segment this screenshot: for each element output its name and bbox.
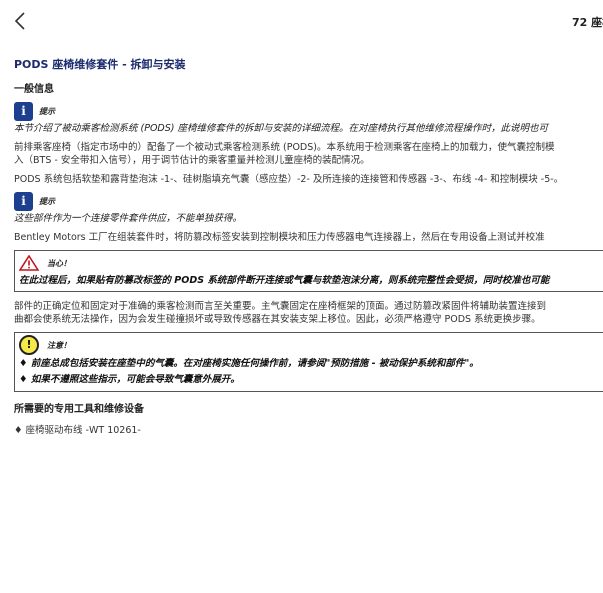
- caution-box: ! 注意！ ♦ 前座总成包括安装在座垫中的气囊。在对座椅实施任何操作前，请参阅"…: [14, 332, 603, 392]
- note-label: 提示: [39, 196, 55, 206]
- paragraph-line: 前排乘客座椅（指定市场中的）配备了一个被动式乘客检测系统 (PODS)。本系统用…: [14, 142, 555, 153]
- caution-bullet: ♦ 前座总成包括安装在座垫中的气囊。在对座椅实施任何操作前，请参阅"预防措施 -…: [19, 358, 479, 369]
- info-icon: i: [14, 101, 33, 121]
- exclamation-icon: !: [19, 335, 39, 355]
- tools-heading: 所需要的专用工具和维修设备: [14, 404, 144, 415]
- back-chevron-svg: [14, 12, 25, 30]
- page-number: 72 座椅: [572, 16, 603, 29]
- paragraph-pods-components: PODS 系统包括软垫和露背垫泡沫 -1-、硅树脂填充气囊（感应垫）-2- 及所…: [14, 174, 564, 185]
- caution-label: 注意！: [47, 340, 71, 350]
- warning-triangle-icon: [19, 255, 39, 271]
- paragraph-line: 曲都会使系统无法操作，因为会发生碰撞损坏或导致传感器在其安装支架上移位。因此，必…: [14, 314, 541, 325]
- document-content: PODS 座椅维修套件 - 拆卸与安装 一般信息 i 提示 本节介绍了被动乘客检…: [14, 56, 603, 436]
- note-text: 本节介绍了被动乘客检测系统 (PODS) 座椅维修套件的拆卸与安装的详细流程。在…: [14, 123, 549, 134]
- warning-text: 在此过程后，如果贴有防篡改标签的 PODS 系统部件断开连接或气囊与软垫泡沫分离…: [19, 275, 550, 286]
- paragraph-line: 入（BTS - 安全带扣入信号），用于调节估计的乘客重量并检测儿童座椅的装配情况…: [14, 155, 370, 166]
- note-header: i 提示: [14, 191, 603, 211]
- document-title: PODS 座椅维修套件 - 拆卸与安装: [14, 58, 186, 71]
- caution-bullet: ♦ 如果不遵照这些指示，可能会导致气囊意外展开。: [19, 374, 240, 385]
- top-bar: 72 座椅: [0, 0, 603, 44]
- caution-header: ! 注意！: [19, 335, 603, 355]
- tools-list-item: ♦ 座椅驱动布线 -WT 10261-: [14, 425, 141, 436]
- chevron-left-icon[interactable]: [10, 10, 32, 32]
- note-text: 这些部件作为一个连接零件套件供应，不能单独获得。: [14, 213, 243, 224]
- info-icon: i: [14, 191, 33, 211]
- paragraph-bentley: Bentley Motors 工厂在组装套件时，将防篡改标签安装到控制模块和压力…: [14, 232, 545, 243]
- note-label: 提示: [39, 106, 55, 116]
- warning-label: 当心！: [47, 258, 71, 268]
- paragraph-line: 部件的正确定位和固定对于准确的乘客检测而言至关重要。主气囊固定在座椅框架的顶面。…: [14, 301, 547, 312]
- warning-box: 当心！ 在此过程后，如果贴有防篡改标签的 PODS 系统部件断开连接或气囊与软垫…: [14, 250, 603, 292]
- note-header: i 提示: [14, 101, 603, 121]
- paragraph-positioning: 部件的正确定位和固定对于准确的乘客检测而言至关重要。主气囊固定在座椅框架的顶面。…: [14, 300, 603, 326]
- warning-header: 当心！: [19, 255, 603, 271]
- general-info-heading: 一般信息: [14, 84, 54, 95]
- paragraph-pods-intro: 前排乘客座椅（指定市场中的）配备了一个被动式乘客检测系统 (PODS)。本系统用…: [14, 141, 603, 167]
